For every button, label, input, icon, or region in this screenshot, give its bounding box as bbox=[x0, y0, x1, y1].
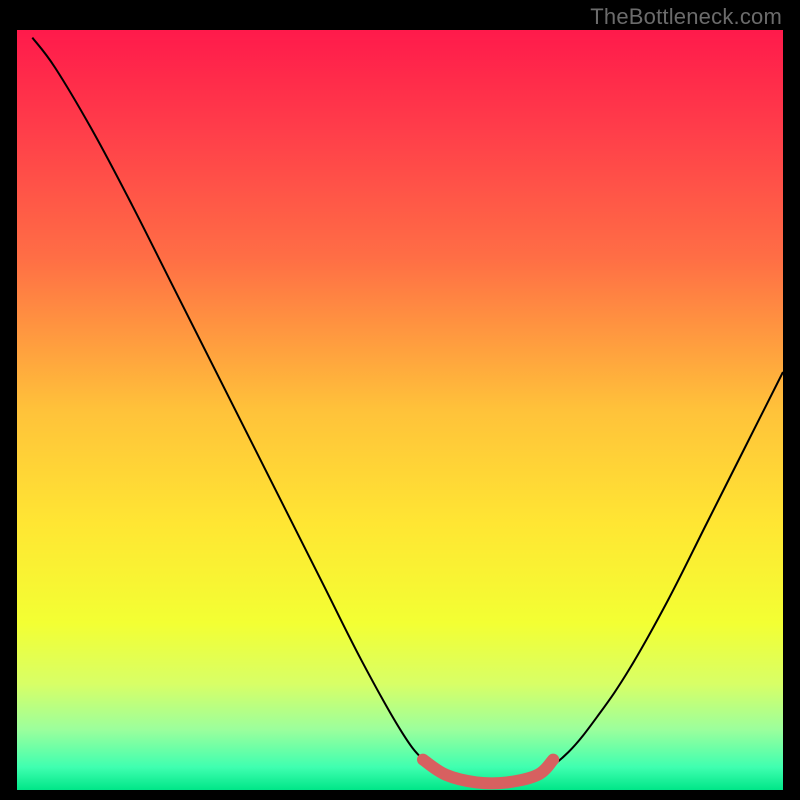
plot-area bbox=[17, 30, 783, 790]
chart-svg bbox=[17, 30, 783, 790]
gradient-background bbox=[17, 30, 783, 790]
chart-frame: TheBottleneck.com bbox=[0, 0, 800, 800]
watermark-text: TheBottleneck.com bbox=[590, 4, 782, 30]
